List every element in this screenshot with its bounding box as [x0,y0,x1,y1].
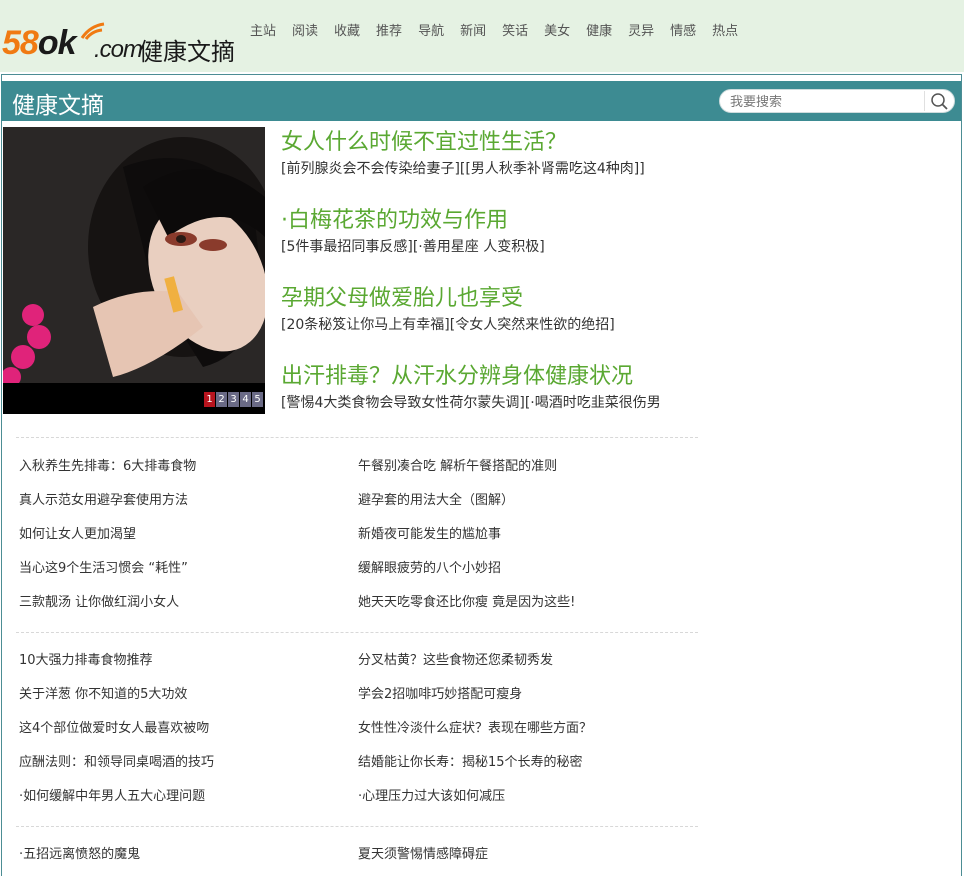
slideshow-page-4[interactable]: 4 [240,392,251,407]
slideshow-page-2[interactable]: 2 [216,392,227,407]
nav-link-read[interactable]: 阅读 [292,24,318,40]
slideshow-photo[interactable]: 1 2 3 4 5 [3,127,265,414]
article-link[interactable]: 如何让女人更加渴望 [19,527,136,543]
nav-link-hot[interactable]: 热点 [712,24,738,40]
article-link[interactable]: 关于洋葱 你不知道的5大功效 [19,687,187,703]
article-link[interactable]: 这4个部位做爱时女人最喜欢被吻 [19,721,209,737]
article-link[interactable]: 结婚能让你长寿：揭秘15个长寿的秘密 [358,755,583,771]
article-link[interactable]: 学会2招咖啡巧妙搭配可瘦身 [358,687,522,703]
article-link[interactable]: 真人示范女用避孕套使用方法 [19,493,188,509]
article-link[interactable]: ·心理压力过大该如何减压 [358,789,505,805]
search-icon [931,93,948,110]
nav-link-news[interactable]: 新闻 [460,24,486,40]
search-button[interactable] [924,91,952,111]
list-divider [16,437,698,438]
article-link[interactable]: 应酬法则：和领导同桌喝酒的技巧 [19,755,214,771]
section-header: 健康文摘 [1,81,961,121]
search-box [719,89,955,113]
logo-brand-prefix: 58 [2,24,39,62]
nav-link-jokes[interactable]: 笑话 [502,24,528,40]
nav-link-favorites[interactable]: 收藏 [334,24,360,40]
article-link[interactable]: 女性性冷淡什么症状？表现在哪些方面？ [358,721,592,737]
nav-link-emotion[interactable]: 情感 [670,24,696,40]
section-title: 健康文摘 [12,93,104,119]
site-logo[interactable]: 58ok .com 健康文摘 [2,22,238,68]
list-divider [16,826,698,827]
article-link[interactable]: ·五招远离愤怒的魔鬼 [19,847,140,863]
logo-brand-k: ok [37,24,77,62]
feature-subtitle-2[interactable]: [5件事最招同事反感][·善用星座 人变积极] [281,238,545,256]
article-link[interactable]: 三款靓汤 让你做红润小女人 [19,595,179,611]
feature-subtitle-4[interactable]: [警惕4大类食物会导致女性荷尔蒙失调][·喝酒时吃韭菜很伤男 [281,394,661,412]
logo-site-name: 健康文摘 [139,38,235,66]
article-link[interactable]: 夏天须警惕情感障碍症 [358,847,488,863]
nav-link-main[interactable]: 主站 [250,24,276,40]
nav-link-paranormal[interactable]: 灵异 [628,24,654,40]
search-input[interactable] [730,93,926,111]
article-link[interactable]: 新婚夜可能发生的尴尬事 [358,527,501,543]
woman-portrait-image [3,127,265,414]
feature-headline-3[interactable]: 孕期父母做爱胎儿也享受 [281,286,523,312]
feature-subtitle-1[interactable]: [前列腺炎会不会传染给妻子][[男人秋季补肾需吃这4种肉]] [281,160,645,178]
feature-subtitle-3[interactable]: [20条秘笈让你马上有幸福][令女人突然来性欲的绝招] [281,316,615,334]
nav-link-health[interactable]: 健康 [586,24,612,40]
slideshow-page-1[interactable]: 1 [204,392,215,407]
feature-headline-2[interactable]: ·白梅花茶的功效与作用 [281,208,508,234]
nav-link-beauty[interactable]: 美女 [544,24,570,40]
article-link[interactable]: 避孕套的用法大全（图解） [358,493,514,509]
top-navigation: 主站 阅读 收藏 推荐 导航 新闻 笑话 美女 健康 灵异 情感 热点 [250,24,754,40]
feature-headline-1[interactable]: 女人什么时候不宜过性生活？ [281,130,567,156]
article-link[interactable]: ·如何缓解中年男人五大心理问题 [19,789,205,805]
article-link[interactable]: 分叉枯黄？这些食物还您柔韧秀发 [358,653,553,669]
list-divider [16,632,698,633]
slideshow-page-5[interactable]: 5 [252,392,263,407]
article-link[interactable]: 缓解眼疲劳的八个小妙招 [358,561,501,577]
logo-brand: 58ok [2,24,77,63]
slideshow-page-3[interactable]: 3 [228,392,239,407]
feature-headline-4[interactable]: 出汗排毒？从汗水分辨身体健康状况 [281,364,633,390]
article-link[interactable]: 她天天吃零食还比你瘦 竟是因为这些! [358,595,575,611]
nav-link-recommend[interactable]: 推荐 [376,24,402,40]
article-link[interactable]: 午餐别凑合吃 解析午餐搭配的准则 [358,459,557,475]
logo-dotcom: .com [94,36,143,63]
article-link[interactable]: 入秋养生先排毒：6大排毒食物 [19,459,196,475]
article-link[interactable]: 当心这9个生活习惯会 “耗性” [19,561,188,577]
nav-link-directory[interactable]: 导航 [418,24,444,40]
article-link[interactable]: 10大强力排毒食物推荐 [19,653,153,669]
slideshow-pager: 1 2 3 4 5 [204,392,264,407]
